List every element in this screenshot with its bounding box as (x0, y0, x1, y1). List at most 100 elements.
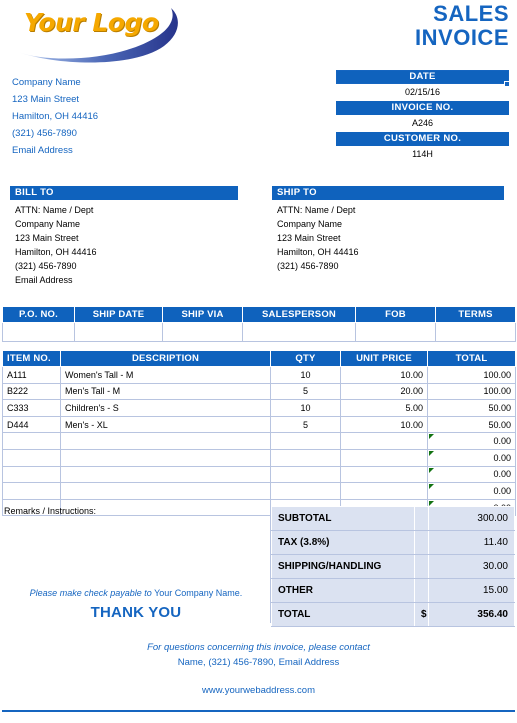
totals-body: SUBTOTAL 300.00 TAX (3.8%) 11.40 SHIPPING/HA… (271, 506, 515, 627)
company-address-line: 123 Main Street (12, 94, 80, 105)
qty-cell[interactable] (270, 482, 341, 500)
cell-fill-handle[interactable] (504, 81, 510, 87)
unit-price-cell[interactable] (340, 482, 428, 500)
item-no-cell[interactable]: B222 (2, 382, 61, 401)
totals-amount[interactable]: 300.00 (428, 506, 515, 531)
shipping-col-po-no: P.O. NO. (2, 306, 75, 323)
bill-to-line[interactable]: Company Name (15, 217, 238, 231)
ship-to-line[interactable]: 123 Main Street (277, 231, 504, 245)
customer-no-value[interactable]: 114H (336, 146, 509, 163)
line-total-cell[interactable]: 100.00 (427, 382, 516, 401)
description-cell[interactable]: Women's Tall - M (60, 366, 271, 384)
logo-text: Your Logo (24, 8, 159, 37)
line-items-header-row: ITEM NO. DESCRIPTION QTY UNIT PRICE TOTA… (2, 350, 516, 367)
ship-to-line[interactable]: ATTN: Name / Dept (277, 203, 504, 217)
qty-cell[interactable]: 10 (270, 366, 341, 384)
totals-row: OTHER 15.00 (271, 578, 515, 603)
invoice-no-value[interactable]: A246 (336, 115, 509, 132)
bill-to-line[interactable]: ATTN: Name / Dept (15, 203, 238, 217)
description-cell[interactable] (60, 432, 271, 450)
qty-cell[interactable] (270, 448, 341, 467)
bill-to-lines: ATTN: Name / Dept Company Name 123 Main … (10, 200, 238, 287)
item-no-cell[interactable] (2, 465, 61, 484)
totals-amount[interactable]: 30.00 (428, 554, 515, 579)
thank-you-text: THANK YOU (90, 604, 182, 621)
bill-to-title: BILL TO (10, 186, 238, 200)
bill-to-line[interactable]: 123 Main Street (15, 231, 238, 245)
shipping-cell-terms[interactable] (435, 322, 516, 342)
line-total-cell[interactable]: 50.00 (427, 415, 516, 434)
shipping-cell-salesperson[interactable] (242, 322, 356, 342)
page-title-line2: INVOICE (415, 24, 509, 50)
item-no-cell[interactable] (2, 432, 61, 450)
line-total-cell[interactable]: 0.00 (427, 432, 516, 450)
ship-to-line[interactable]: Company Name (277, 217, 504, 231)
shipping-cell-ship-date[interactable] (74, 322, 163, 342)
item-no-cell[interactable] (2, 448, 61, 467)
remarks-label: Remarks / Instructions: (4, 506, 97, 516)
unit-price-cell[interactable] (340, 448, 428, 467)
totals-label: TAX (3.8%) (271, 530, 415, 555)
shipping-col-salesperson: SALESPERSON (242, 306, 356, 323)
unit-price-cell[interactable]: 20.00 (340, 382, 428, 401)
description-cell[interactable] (60, 448, 271, 467)
unit-price-cell[interactable]: 10.00 (340, 366, 428, 384)
description-cell[interactable]: Men's - XL (60, 415, 271, 434)
line-total-cell[interactable]: 100.00 (427, 366, 516, 384)
items-col-total: TOTAL (427, 350, 516, 367)
item-no-cell[interactable]: A111 (2, 366, 61, 384)
totals-row: SHIPPING/HANDLING 30.00 (271, 554, 515, 579)
item-no-cell[interactable]: D444 (2, 415, 61, 434)
shipping-cell-ship-via[interactable] (162, 322, 243, 342)
bill-to-line[interactable]: (321) 456-7890 (15, 259, 238, 273)
shipping-cell-fob[interactable] (355, 322, 436, 342)
bill-to-line[interactable]: Email Address (15, 273, 238, 287)
description-cell[interactable] (60, 482, 271, 500)
totals-amount[interactable]: 15.00 (428, 578, 515, 603)
line-total-cell[interactable]: 0.00 (427, 448, 516, 467)
description-cell[interactable]: Men's Tall - M (60, 382, 271, 401)
footer-contact-prompt: For questions concerning this invoice, p… (147, 642, 370, 653)
shipping-cell-po-no[interactable] (2, 322, 75, 342)
footer-website: www.yourwebaddress.com (202, 685, 315, 696)
payable-note-plain: Your Company Name. (151, 588, 243, 598)
description-cell[interactable] (60, 465, 271, 484)
totals-label: SUBTOTAL (271, 506, 415, 531)
qty-cell[interactable] (270, 432, 341, 450)
unit-price-cell[interactable]: 10.00 (340, 415, 428, 434)
qty-cell[interactable]: 5 (270, 382, 341, 401)
unit-price-cell[interactable] (340, 432, 428, 450)
line-total-cell[interactable]: 0.00 (427, 465, 516, 484)
line-total-cell[interactable]: 0.00 (427, 482, 516, 500)
qty-cell[interactable]: 10 (270, 399, 341, 417)
date-value[interactable]: 02/15/16 (336, 84, 509, 101)
totals-currency-symbol: $ (414, 602, 429, 627)
remarks-section[interactable]: Remarks / Instructions: Please make chec… (2, 505, 271, 623)
bill-to-line[interactable]: Hamilton, OH 44416 (15, 245, 238, 259)
description-cell[interactable]: Children's - S (60, 399, 271, 417)
invoice-no-label-cell[interactable]: INVOICE NO. (336, 101, 509, 115)
shipping-col-ship-via: SHIP VIA (162, 306, 243, 323)
unit-price-cell[interactable]: 5.00 (340, 399, 428, 417)
line-total-cell[interactable]: 50.00 (427, 399, 516, 417)
ship-to-block: SHIP TO ATTN: Name / Dept Company Name 1… (272, 186, 504, 273)
ship-to-line[interactable]: Hamilton, OH 44416 (277, 245, 504, 259)
qty-cell[interactable] (270, 465, 341, 484)
totals-amount[interactable]: 356.40 (428, 602, 515, 627)
item-no-cell[interactable]: C333 (2, 399, 61, 417)
totals-row: TOTAL $356.40 (271, 602, 515, 627)
ship-to-line[interactable]: (321) 456-7890 (277, 259, 504, 273)
cell-error-triangle-icon (429, 450, 434, 456)
bill-to-block: BILL TO ATTN: Name / Dept Company Name 1… (10, 186, 238, 287)
customer-no-label-cell[interactable]: CUSTOMER NO. (336, 132, 509, 146)
unit-price-cell[interactable] (340, 465, 428, 484)
qty-cell[interactable]: 5 (270, 415, 341, 434)
invoice-meta-box: DATE 02/15/16 INVOICE NO. A246 CUSTOMER … (336, 70, 510, 163)
footer-divider (2, 710, 515, 712)
payable-note-italic: Please make check payable to (29, 588, 152, 598)
item-no-cell[interactable] (2, 482, 61, 500)
date-label-cell[interactable]: DATE (336, 70, 509, 84)
totals-row: TAX (3.8%) 11.40 (271, 530, 515, 555)
totals-amount[interactable]: 11.40 (428, 530, 515, 555)
cell-error-triangle-icon (429, 467, 434, 473)
